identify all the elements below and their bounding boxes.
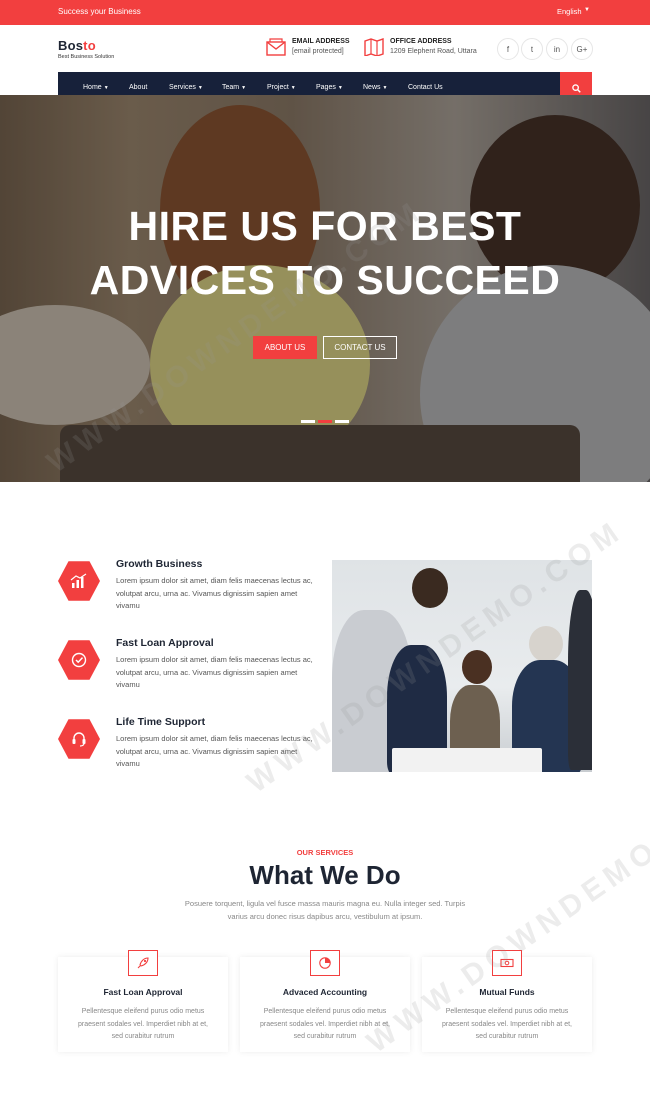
photo-head-shape	[462, 650, 492, 684]
chevron-down-icon[interactable]: ▼	[584, 7, 590, 13]
logo-accent: to	[83, 38, 96, 53]
nav-item-about[interactable]: About	[129, 84, 147, 91]
search-icon	[571, 83, 581, 93]
slider-dot[interactable]	[301, 420, 315, 423]
photo-head-shape	[412, 568, 448, 608]
map-icon	[364, 38, 384, 56]
service-card-title: Fast Loan Approval	[103, 987, 183, 997]
contact-us-button[interactable]: CONTACT US	[323, 336, 397, 359]
money-icon	[500, 958, 514, 968]
nav-item-pages[interactable]: Pages ▼	[316, 84, 343, 91]
team-photo	[332, 560, 592, 772]
services-kicker: OUR SERVICES	[296, 848, 354, 857]
caret-down-icon: ▼	[197, 85, 203, 91]
language-selector[interactable]: English	[557, 7, 582, 16]
office-value: 1209 Elephent Road, Uttara	[390, 48, 477, 55]
nav-item-project[interactable]: Project ▼	[267, 84, 296, 91]
feature-desc: Lorem ipsum dolor sit amet, diam felis m…	[116, 734, 313, 769]
about-us-button[interactable]: ABOUT US	[253, 336, 317, 359]
service-card-accounting[interactable]: Advaced Accounting Pellentesque eleifend…	[240, 950, 410, 1052]
feature-icon-badge	[58, 640, 100, 680]
nav-item-news[interactable]: News ▼	[363, 84, 387, 91]
feature-title: Fast Loan Approval	[116, 637, 214, 649]
caret-down-icon: ▼	[337, 85, 343, 91]
service-card-desc: Pellentesque eleifend purus odio metus p…	[442, 1008, 572, 1041]
logo-text: Bos	[58, 38, 84, 53]
headset-icon	[72, 732, 86, 747]
check-circle-icon	[71, 652, 87, 668]
feature-icon-badge	[58, 719, 100, 759]
office-title: OFFICE ADDRESS	[390, 38, 452, 45]
feature-icon-badge	[58, 561, 100, 601]
google-plus-icon[interactable]: G+	[571, 38, 593, 60]
email-value[interactable]: [email protected]	[292, 48, 344, 55]
service-icon-box	[128, 950, 158, 976]
service-card-mutual-funds[interactable]: Mutual Funds Pellentesque eleifend purus…	[422, 950, 592, 1052]
nav-item-home[interactable]: Home ▼	[83, 84, 109, 91]
tagline: Success your Business	[58, 7, 141, 16]
service-card-title: Mutual Funds	[479, 987, 535, 997]
brand-logo[interactable]: Bosto Best Business Solution	[58, 38, 114, 60]
photo-head-shape	[529, 626, 563, 662]
feature-desc: Lorem ipsum dolor sit amet, diam felis m…	[116, 655, 313, 690]
twitter-icon[interactable]: t	[521, 38, 543, 60]
service-icon-box	[492, 950, 522, 976]
nav-item-team[interactable]: Team ▼	[222, 84, 246, 91]
service-card-desc: Pellentesque eleifend purus odio metus p…	[260, 1008, 390, 1041]
photo-table-shape	[392, 748, 542, 772]
linkedin-icon[interactable]: in	[546, 38, 568, 60]
caret-down-icon: ▼	[241, 85, 247, 91]
services-title: What We Do	[249, 860, 401, 890]
top-bar: Success your Business English ▼	[0, 0, 650, 25]
email-title: EMAIL ADDRESS	[292, 38, 350, 45]
facebook-icon[interactable]: f	[497, 38, 519, 60]
slider-dot[interactable]	[335, 420, 349, 423]
nav-item-contact[interactable]: Contact Us	[408, 84, 443, 91]
rocket-icon	[137, 957, 149, 969]
caret-down-icon: ▼	[103, 85, 109, 91]
services-description: Posuere torquent, ligula vel fusce massa…	[184, 899, 466, 921]
hero-slider: HIRE US FOR BEST ADVICES TO SUCCEED ABOU…	[0, 95, 650, 482]
pie-chart-icon	[319, 957, 331, 969]
service-icon-box	[310, 950, 340, 976]
service-card-desc: Pellentesque eleifend purus odio metus p…	[78, 1008, 208, 1041]
hero-heading-line2: ADVICES TO SUCCEED	[89, 257, 561, 303]
hero-heading-line1: HIRE US FOR BEST	[128, 203, 522, 249]
caret-down-icon: ▼	[290, 85, 296, 91]
service-card-fast-loan[interactable]: Fast Loan Approval Pellentesque eleifend…	[58, 950, 228, 1052]
photo-person-shape	[568, 590, 592, 770]
service-card-title: Advaced Accounting	[282, 987, 368, 997]
chart-growth-icon	[70, 573, 87, 588]
slider-dot[interactable]	[318, 420, 332, 423]
logo-subtitle: Best Business Solution	[58, 54, 115, 60]
envelope-icon	[266, 38, 286, 56]
feature-desc: Lorem ipsum dolor sit amet, diam felis m…	[116, 576, 313, 611]
nav-item-services[interactable]: Services ▼	[169, 84, 203, 91]
feature-title: Growth Business	[116, 558, 203, 570]
caret-down-icon: ▼	[382, 85, 388, 91]
feature-title: Life Time Support	[116, 716, 206, 728]
